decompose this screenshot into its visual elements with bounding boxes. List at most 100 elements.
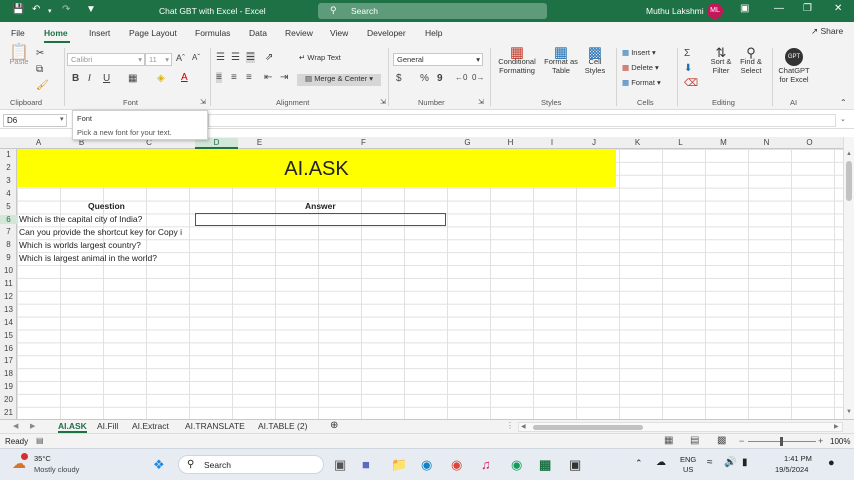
- decrease-decimal-icon[interactable]: 0→: [472, 73, 484, 82]
- normal-view-icon[interactable]: ▦: [664, 435, 673, 446]
- h-scroll-thumb[interactable]: [533, 425, 643, 430]
- chatgpt-for-excel-button[interactable]: GPT ChatGPT for Excel: [776, 48, 812, 84]
- column-header[interactable]: J: [572, 138, 616, 147]
- percent-icon[interactable]: %: [420, 73, 429, 84]
- selected-cell[interactable]: [195, 213, 446, 226]
- scroll-thumb[interactable]: [846, 161, 852, 201]
- name-box[interactable]: D6: [3, 114, 67, 127]
- wrap-text-button[interactable]: ↵ Wrap Text: [299, 53, 341, 62]
- sheet-tab-ai-extract[interactable]: AI.Extract: [132, 421, 169, 431]
- sheet-title[interactable]: AI.ASK: [17, 158, 616, 181]
- question-cell[interactable]: Which is largest animal in the world?: [19, 253, 157, 263]
- align-center-icon[interactable]: ≡: [231, 72, 237, 83]
- question-header[interactable]: Question: [88, 201, 125, 211]
- next-sheet-icon[interactable]: ▶: [30, 422, 35, 430]
- fill-icon[interactable]: ⬇: [684, 63, 692, 74]
- undo-icon[interactable]: ↶: [32, 4, 40, 15]
- column-header[interactable]: I: [532, 138, 572, 147]
- avatar[interactable]: ML: [707, 3, 723, 19]
- align-top-icon[interactable]: ☰: [216, 52, 225, 63]
- row-header[interactable]: 5: [0, 202, 17, 211]
- column-header[interactable]: A: [17, 138, 60, 147]
- font-launcher-icon[interactable]: ⇲: [200, 98, 206, 106]
- notification-icon[interactable]: ●: [828, 457, 835, 469]
- column-header[interactable]: E: [238, 138, 281, 147]
- row-header[interactable]: 19: [0, 382, 17, 391]
- name-box-dropdown-icon[interactable]: ▾: [60, 115, 64, 123]
- teams-icon[interactable]: ■: [362, 457, 370, 472]
- battery-icon[interactable]: ▮: [742, 457, 748, 468]
- font-color-icon[interactable]: A: [181, 72, 188, 83]
- borders-icon[interactable]: ▦: [128, 73, 137, 84]
- sheet-tab-ai-table[interactable]: AI.TABLE (2): [258, 421, 307, 431]
- collapse-ribbon-icon[interactable]: ⌃: [840, 98, 847, 107]
- conditional-formatting-button[interactable]: ▦ Conditional Formatting: [494, 45, 540, 75]
- find-select-button[interactable]: ⚲ Find & Select: [736, 46, 766, 75]
- search-box[interactable]: ⚲ Search: [318, 3, 547, 19]
- horizontal-scrollbar[interactable]: ◀ ▶: [518, 422, 843, 432]
- media-player-icon[interactable]: ♫: [481, 457, 491, 472]
- decrease-indent-icon[interactable]: ⇤: [264, 72, 272, 83]
- row-header[interactable]: 7: [0, 227, 17, 236]
- answer-header[interactable]: Answer: [305, 201, 336, 211]
- currency-icon[interactable]: $: [396, 73, 402, 84]
- row-header[interactable]: 20: [0, 395, 17, 404]
- cell-grid[interactable]: [17, 149, 843, 419]
- scroll-right-icon[interactable]: ▶: [834, 423, 839, 430]
- row-header[interactable]: 3: [0, 176, 17, 185]
- expand-formula-icon[interactable]: ⌄: [840, 115, 846, 123]
- row-header[interactable]: 16: [0, 344, 17, 353]
- ribbon-display-icon[interactable]: ▣: [740, 3, 749, 14]
- underline-icon[interactable]: U: [103, 73, 110, 84]
- row-header[interactable]: 8: [0, 240, 17, 249]
- redo-icon[interactable]: ↷: [62, 4, 70, 15]
- tab-file[interactable]: File: [11, 28, 25, 38]
- windows-start-icon[interactable]: ❖: [153, 457, 165, 473]
- format-cells-button[interactable]: ▦ Format ▾: [622, 78, 661, 87]
- font-size-select[interactable]: 11 ▾: [145, 53, 172, 66]
- tab-split-icon[interactable]: ⋮: [506, 421, 514, 430]
- accessibility-icon[interactable]: ▤: [36, 436, 44, 445]
- paste-button[interactable]: 📋 Paste: [6, 45, 32, 88]
- question-cell[interactable]: Which is the capital city of India?: [19, 214, 142, 224]
- row-header[interactable]: 13: [0, 305, 17, 314]
- sheet-tab-ai-fill[interactable]: AI.Fill: [97, 421, 118, 431]
- scroll-down-icon[interactable]: ▼: [846, 409, 852, 415]
- row-header[interactable]: 21: [0, 408, 17, 417]
- tab-formulas[interactable]: Formulas: [195, 28, 230, 38]
- row-header[interactable]: 4: [0, 189, 17, 198]
- tab-view[interactable]: View: [330, 28, 348, 38]
- sheet-tab-ai-translate[interactable]: AI.TRANSLATE: [185, 421, 245, 431]
- column-header[interactable]: G: [446, 138, 489, 147]
- clock-date[interactable]: 19/5/2024: [775, 465, 808, 474]
- tab-home[interactable]: Home: [44, 28, 68, 38]
- share-button[interactable]: ↗ Share: [811, 26, 844, 40]
- alignment-launcher-icon[interactable]: ⇲: [380, 98, 386, 106]
- excel-icon[interactable]: ▦: [539, 457, 551, 473]
- row-header[interactable]: 11: [0, 279, 17, 288]
- column-header[interactable]: H: [489, 138, 532, 147]
- autosum-icon[interactable]: Σ: [684, 48, 690, 59]
- vertical-scrollbar[interactable]: ▲ ▼: [843, 137, 854, 419]
- chrome-icon[interactable]: ◉: [451, 457, 462, 473]
- scroll-up-icon[interactable]: ▲: [846, 151, 852, 157]
- row-header[interactable]: 17: [0, 356, 17, 365]
- zoom-out-icon[interactable]: −: [739, 436, 744, 446]
- zoom-level[interactable]: 100%: [830, 437, 850, 446]
- bold-icon[interactable]: B: [72, 73, 79, 84]
- column-header[interactable]: N: [745, 138, 788, 147]
- camera-icon[interactable]: ▣: [569, 457, 581, 473]
- onedrive-icon[interactable]: ☁: [656, 457, 666, 468]
- taskbar-search[interactable]: ⚲ Search: [178, 455, 324, 474]
- merge-center-button[interactable]: ▤ Merge & Center ▾: [297, 74, 381, 86]
- formula-input[interactable]: [208, 114, 836, 127]
- row-header[interactable]: 12: [0, 292, 17, 301]
- font-name-select[interactable]: Calibri ▾: [67, 53, 145, 66]
- prev-sheet-icon[interactable]: ◀: [13, 422, 18, 430]
- language-secondary[interactable]: US: [683, 465, 693, 474]
- number-format-select[interactable]: General ▾: [393, 53, 483, 66]
- minimize-icon[interactable]: —: [774, 3, 784, 14]
- volume-icon[interactable]: 🔊: [724, 457, 736, 468]
- page-layout-icon[interactable]: ▤: [690, 435, 699, 446]
- show-hidden-icons[interactable]: ⌃: [635, 458, 643, 469]
